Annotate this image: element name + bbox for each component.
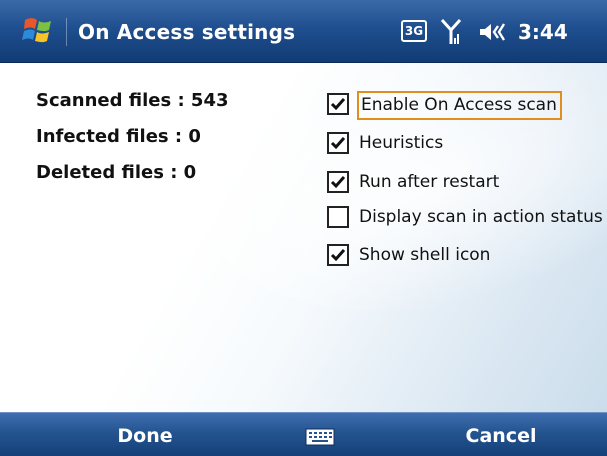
windows-start-icon[interactable]	[22, 14, 54, 46]
scanned-files-stat: Scanned files : 543	[36, 90, 229, 111]
checkmark-icon	[330, 137, 346, 150]
checkbox-show-shell-icon[interactable]	[327, 244, 349, 266]
checkbox-run-after-restart[interactable]	[327, 171, 349, 193]
option-label: Enable On Access scan	[357, 91, 562, 120]
cancel-button[interactable]: Cancel	[436, 413, 566, 456]
title-separator	[66, 18, 67, 46]
checkmark-icon	[330, 98, 346, 111]
title-bar: On Access settings 3G 3:44	[0, 0, 607, 63]
infected-files-stat: Infected files : 0	[36, 126, 201, 147]
option-label: Display scan in action status	[359, 207, 603, 227]
checkbox-display-scan-in-action-status[interactable]	[327, 206, 349, 228]
network-3g-badge[interactable]: 3G	[401, 20, 427, 42]
done-button[interactable]: Done	[80, 413, 210, 456]
checkmark-icon	[330, 249, 346, 262]
deleted-files-stat: Deleted files : 0	[36, 162, 197, 183]
option-label: Show shell icon	[359, 245, 491, 265]
volume-icon[interactable]	[478, 20, 510, 44]
checkbox-heuristics[interactable]	[327, 132, 349, 154]
checkmark-icon	[330, 176, 346, 189]
option-label: Run after restart	[359, 172, 500, 192]
keyboard-icon[interactable]	[305, 428, 335, 446]
option-label: Heuristics	[359, 133, 444, 153]
page-title: On Access settings	[78, 20, 296, 44]
clock[interactable]: 3:44	[518, 20, 568, 44]
screen: On Access settings 3G 3:44 Scanned files…	[0, 0, 607, 456]
checkbox-enable-on-access-scan[interactable]	[327, 93, 349, 115]
soft-key-bar: Done Cancel	[0, 412, 607, 456]
signal-icon[interactable]	[441, 18, 461, 46]
